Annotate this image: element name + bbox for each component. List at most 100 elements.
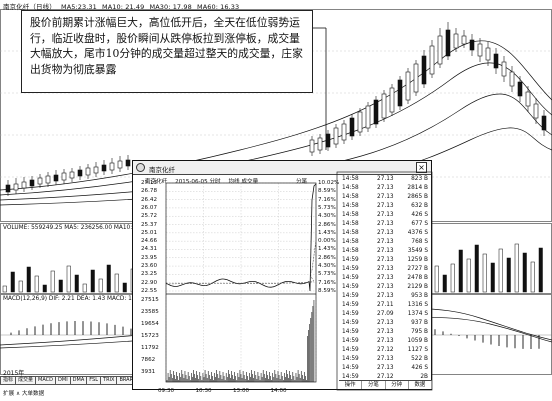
status-bar: 扩展 ∧ 大单数据	[3, 391, 45, 397]
candle-body	[365, 105, 371, 129]
candle-body	[469, 39, 475, 51]
candle-body	[61, 172, 67, 181]
popup-bottom-buttons: 操作 分笔 分钟 数据	[339, 380, 432, 389]
candle-body	[437, 35, 443, 65]
candle-body	[509, 71, 515, 87]
volume-bar	[50, 270, 55, 293]
candle-body	[525, 91, 531, 107]
percent-axis-label: 1.43%	[318, 246, 336, 253]
candle-body	[37, 177, 43, 185]
candle-body	[429, 45, 435, 75]
percent-axis-label: 5.73%	[318, 204, 336, 211]
price-axis-label: 22.90	[141, 279, 158, 286]
volume-bar	[506, 257, 511, 293]
candle-body	[533, 103, 539, 119]
minute-button[interactable]: 分钟	[386, 381, 409, 389]
popup-tick-label: 分笔	[296, 179, 308, 185]
percent-axis-label: 4.30%	[318, 263, 336, 270]
price-axis-label: 25.72	[141, 213, 158, 220]
operate-button[interactable]: 操作	[339, 381, 363, 389]
tab-dmi[interactable]: DMI	[55, 376, 71, 385]
percent-axis-label: 2.86%	[318, 254, 336, 261]
candle-body	[477, 43, 483, 57]
volume-bar	[450, 263, 455, 293]
price-axis-label: 23.95	[141, 254, 158, 261]
popup-tabs[interactable]: 均线 成交量	[228, 179, 258, 185]
volume-axis-label: 15723	[141, 333, 159, 339]
tab-volume[interactable]: 成交量	[15, 376, 37, 385]
candle-body	[373, 99, 379, 125]
tab-fsl[interactable]: FSL	[86, 376, 102, 385]
percent-axis-label: 5.73%	[318, 271, 336, 278]
candle-body	[13, 183, 19, 191]
percent-axis-label: 8.59%	[318, 188, 336, 195]
popup-subtitle: 南京化纤 2015-06-05 分时 均线 成交量	[145, 177, 264, 185]
candle-body	[125, 159, 131, 167]
candle-body	[541, 115, 547, 131]
volume-bar	[90, 269, 95, 293]
data-button[interactable]: 数据	[409, 381, 432, 389]
price-axis-label: 23.25	[141, 271, 158, 278]
tab-dma[interactable]: DMA	[69, 376, 88, 385]
candle-body	[69, 171, 75, 179]
candle-body	[397, 79, 403, 107]
percent-axis-label: 10.02%	[318, 180, 340, 186]
candle-body	[77, 169, 83, 177]
volume-bar	[2, 285, 7, 293]
candle-body	[493, 53, 499, 69]
volume-bar	[66, 265, 71, 293]
candle-body	[421, 55, 427, 85]
candle-body	[109, 162, 115, 171]
volume-bar	[18, 280, 23, 293]
candle-body	[381, 93, 387, 119]
volume-bar	[442, 274, 447, 293]
volume-bar	[538, 247, 543, 293]
volume-bar	[42, 284, 47, 293]
volume-bar	[26, 266, 31, 293]
app-logo-icon	[136, 163, 145, 172]
tick-button[interactable]: 分笔	[362, 381, 386, 389]
candle-body	[413, 63, 419, 93]
percent-axis-label: 7.16%	[318, 279, 336, 286]
percent-axis-label: 0.00%	[318, 238, 336, 245]
candle-body	[405, 71, 411, 101]
tab-trix[interactable]: TRIX	[100, 376, 118, 385]
popup-titlebar[interactable]: 南京化纤 ×	[133, 161, 431, 175]
popup-title: 南京化纤	[149, 166, 175, 174]
candle-body	[53, 174, 59, 182]
candle-body	[445, 29, 451, 57]
candle-body	[309, 139, 315, 153]
volume-axis-label: 19654	[141, 321, 159, 327]
candle-body	[389, 87, 395, 113]
volume-bar	[498, 248, 503, 293]
price-axis-label: 24.66	[141, 238, 158, 245]
volume-bar	[474, 244, 479, 293]
tab-indicator[interactable]: 指标	[0, 376, 17, 385]
volume-bar	[34, 275, 39, 293]
candle-body	[325, 133, 331, 148]
volume-bar	[466, 258, 471, 293]
close-icon[interactable]: ×	[416, 162, 427, 173]
volume-axis-label: 7862	[141, 357, 156, 363]
candle-body	[21, 181, 27, 189]
volume-bar	[114, 273, 119, 293]
volume-bar	[98, 278, 103, 293]
candle-body	[485, 47, 491, 61]
tab-macd[interactable]: MACD	[35, 376, 57, 385]
candle-body	[517, 81, 523, 97]
price-axis-label: 25.37	[141, 221, 158, 228]
price-axis-label: 25.01	[141, 229, 158, 236]
candle-body	[45, 175, 51, 184]
candle-body	[101, 164, 107, 172]
candle-body	[501, 61, 507, 77]
candle-body	[333, 127, 339, 145]
volume-bar	[82, 283, 87, 293]
volume-bar	[482, 253, 487, 293]
candle-body	[29, 179, 35, 187]
volume-bar	[10, 271, 15, 293]
candle-body	[341, 123, 347, 141]
price-axis-label: 23.60	[141, 263, 158, 270]
price-axis-label: 26.42	[141, 196, 158, 203]
volume-bar	[106, 264, 111, 293]
volume-bar	[122, 282, 127, 293]
